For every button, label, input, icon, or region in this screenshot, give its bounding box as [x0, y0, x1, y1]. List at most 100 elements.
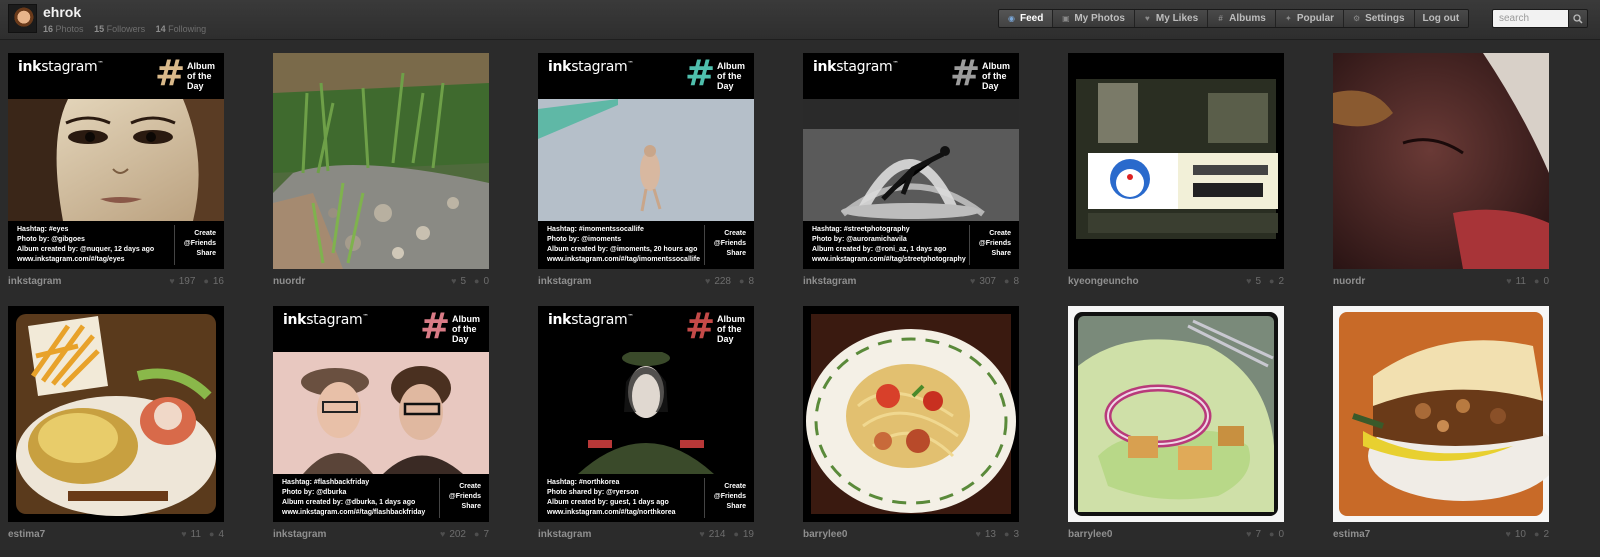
- comment-icon[interactable]: ●: [203, 276, 208, 286]
- photo-image: [8, 306, 224, 522]
- photo-card: estima7 ♥ 11 ● 4: [8, 306, 224, 546]
- photo-image: [8, 99, 224, 221]
- comment-count: 0: [1278, 528, 1284, 540]
- photo-meta: kyeongeuncho ♥ 5 ● 2: [1068, 274, 1284, 288]
- nav-settings-button[interactable]: ⚙ Settings: [1344, 10, 1415, 27]
- nav-label: Albums: [1229, 13, 1266, 24]
- like-count: 10: [1514, 528, 1526, 540]
- photo-thumbnail[interactable]: inkstagram™ # Album of the Day Hashtag: …: [273, 306, 489, 522]
- photo-card: nuordr ♥ 11 ● 0: [1333, 53, 1549, 293]
- comment-count: 3: [1013, 528, 1019, 540]
- like-count: 13: [984, 528, 996, 540]
- photo-username[interactable]: barrylee0: [1068, 529, 1112, 540]
- photo-card: inkstagram™ # Album of the Day Hashtag: …: [8, 53, 224, 293]
- comment-icon[interactable]: ●: [1534, 276, 1539, 286]
- heart-icon[interactable]: ♥: [705, 276, 710, 286]
- heart-icon[interactable]: ♥: [169, 276, 174, 286]
- profile-username[interactable]: ehrok: [43, 4, 81, 20]
- heart-icon: ♥: [1145, 14, 1150, 23]
- photo-username[interactable]: inkstagram: [538, 529, 591, 540]
- photo-card: estima7 ♥ 10 ● 2: [1333, 306, 1549, 546]
- comment-icon[interactable]: ●: [1269, 276, 1274, 286]
- photo-image: [803, 306, 1019, 522]
- photo-username[interactable]: inkstagram: [273, 529, 326, 540]
- photo-thumbnail[interactable]: [8, 306, 224, 522]
- photo-thumbnail[interactable]: [1068, 53, 1284, 269]
- like-count: 5: [460, 275, 466, 287]
- photo-meta: barrylee0 ♥ 7 ● 0: [1068, 527, 1284, 541]
- nav-label: Popular: [1296, 13, 1335, 24]
- comment-icon[interactable]: ●: [1004, 276, 1009, 286]
- photo-thumbnail[interactable]: inkstagram™ # Album of the Day Hashtag: …: [538, 306, 754, 522]
- photo-thumbnail[interactable]: inkstagram™ # Album of the Day Hashtag: …: [538, 53, 754, 269]
- comment-icon[interactable]: ●: [474, 276, 479, 286]
- photo-image: [273, 53, 489, 269]
- search-button[interactable]: [1569, 9, 1588, 28]
- album-of-the-day-graphic: inkstagram™ # Album of the Day Hashtag: …: [803, 53, 1019, 269]
- heart-icon[interactable]: ♥: [440, 529, 445, 539]
- search-input[interactable]: [1492, 9, 1569, 28]
- photo-username[interactable]: estima7: [8, 529, 45, 540]
- album-share-text: Create @Friends Share: [174, 225, 224, 265]
- nav-popular-button[interactable]: ✦ Popular: [1275, 10, 1345, 27]
- inkstagram-logo: inkstagram™: [813, 59, 899, 75]
- photo-thumbnail[interactable]: [273, 53, 489, 269]
- photo-thumbnail[interactable]: [1333, 306, 1549, 522]
- nav-feed-button[interactable]: ◉ Feed: [999, 10, 1054, 27]
- photo-username[interactable]: barrylee0: [803, 529, 847, 540]
- like-count: 202: [449, 528, 466, 540]
- comment-icon[interactable]: ●: [209, 529, 214, 539]
- heart-icon[interactable]: ♥: [970, 276, 975, 286]
- heart-icon[interactable]: ♥: [699, 529, 704, 539]
- photo-thumbnail[interactable]: inkstagram™ # Album of the Day Hashtag: …: [803, 53, 1019, 269]
- photo-thumbnail[interactable]: [1068, 306, 1284, 522]
- photo-image: [803, 99, 1019, 221]
- heart-icon[interactable]: ♥: [1506, 276, 1511, 286]
- photo-username[interactable]: nuordr: [273, 276, 305, 287]
- photo-username[interactable]: nuordr: [1333, 276, 1365, 287]
- heart-icon[interactable]: ♥: [1506, 529, 1511, 539]
- photo-username[interactable]: inkstagram: [803, 276, 856, 287]
- search-icon: [1573, 13, 1583, 24]
- heart-icon[interactable]: ♥: [1246, 276, 1251, 286]
- photos-label[interactable]: Photos: [56, 24, 84, 34]
- avatar[interactable]: [8, 4, 37, 33]
- nav-albums-button[interactable]: # Albums: [1208, 10, 1276, 27]
- comment-icon[interactable]: ●: [1004, 529, 1009, 539]
- nav-label: Log out: [1422, 13, 1460, 24]
- following-label[interactable]: Following: [168, 24, 206, 34]
- heart-icon[interactable]: ♥: [1246, 529, 1251, 539]
- photo-card: inkstagram™ # Album of the Day Hashtag: …: [538, 53, 754, 293]
- inkstagram-logo: inkstagram™: [548, 59, 634, 75]
- photo-card: nuordr ♥ 5 ● 0: [273, 53, 489, 293]
- comment-icon[interactable]: ●: [739, 276, 744, 286]
- photo-username[interactable]: kyeongeuncho: [1068, 276, 1139, 287]
- heart-icon[interactable]: ♥: [451, 276, 456, 286]
- comment-count: 4: [218, 528, 224, 540]
- comment-icon[interactable]: ●: [474, 529, 479, 539]
- nav-logout-button[interactable]: Log out: [1414, 10, 1469, 27]
- photo-username[interactable]: inkstagram: [8, 276, 61, 287]
- photo-thumbnail[interactable]: [803, 306, 1019, 522]
- photo-thumbnail[interactable]: [1333, 53, 1549, 269]
- nav-my-likes-button[interactable]: ♥ My Likes: [1134, 10, 1209, 27]
- photo-thumbnail[interactable]: inkstagram™ # Album of the Day Hashtag: …: [8, 53, 224, 269]
- nav-label: Feed: [1020, 13, 1044, 24]
- star-icon: ✦: [1284, 14, 1292, 23]
- album-share-text: Create @Friends Share: [704, 478, 754, 518]
- hash-icon: #: [155, 53, 186, 94]
- photo-username[interactable]: estima7: [1333, 529, 1370, 540]
- photo-meta: inkstagram ♥ 197 ● 16: [8, 274, 224, 288]
- followers-label[interactable]: Followers: [107, 24, 146, 34]
- photo-meta: estima7 ♥ 10 ● 2: [1333, 527, 1549, 541]
- comment-icon[interactable]: ●: [733, 529, 738, 539]
- comment-icon[interactable]: ●: [1534, 529, 1539, 539]
- heart-icon[interactable]: ♥: [181, 529, 186, 539]
- comment-icon[interactable]: ●: [1269, 529, 1274, 539]
- heart-icon[interactable]: ♥: [976, 529, 981, 539]
- photo-username[interactable]: inkstagram: [538, 276, 591, 287]
- photo-card: inkstagram™ # Album of the Day Hashtag: …: [803, 53, 1019, 293]
- nav-my-photos-button[interactable]: ▣ My Photos: [1053, 10, 1135, 27]
- photo-card: barrylee0 ♥ 7 ● 0: [1068, 306, 1284, 546]
- photo-meta: nuordr ♥ 11 ● 0: [1333, 274, 1549, 288]
